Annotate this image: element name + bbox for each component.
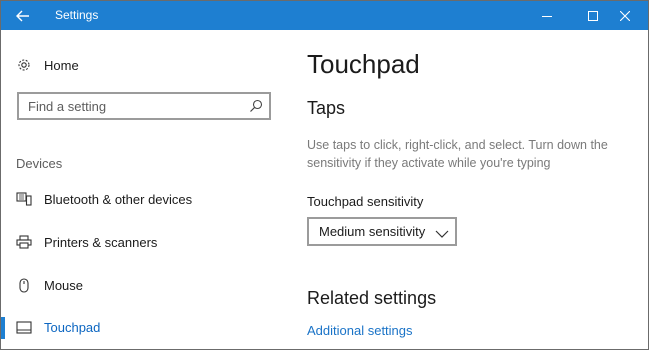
taps-description: Use taps to click, right-click, and sele…: [307, 138, 608, 170]
back-arrow-icon: [16, 10, 29, 21]
sidebar-item-mouse[interactable]: Mouse: [1, 265, 271, 305]
sensitivity-dropdown[interactable]: Medium sensitivity: [307, 217, 457, 246]
chevron-down-icon: [435, 226, 449, 244]
sidebar-item-label: Printers & scanners: [44, 234, 158, 250]
taps-heading: Taps: [307, 98, 346, 118]
sidebar-item-label: Bluetooth & other devices: [44, 191, 193, 207]
window-title: Settings: [55, 8, 99, 22]
search-placeholder: Find a setting: [28, 99, 107, 114]
sidebar-item-label: Home: [44, 57, 79, 73]
back-button[interactable]: [1, 1, 45, 30]
close-button[interactable]: [602, 1, 648, 30]
mouse-icon: [16, 277, 32, 293]
search-input[interactable]: Find a setting: [17, 92, 271, 120]
minimize-button[interactable]: [524, 1, 570, 30]
sidebar-item-label: Mouse: [44, 277, 84, 293]
page-title: Touchpad: [307, 49, 420, 79]
settings-window: Settings Home Find a setting Devices Blu…: [0, 0, 649, 350]
section-label-devices: Devices: [16, 156, 63, 171]
printer-icon: [16, 234, 32, 250]
sidebar-item-label: Touchpad: [44, 319, 101, 335]
sidebar-item-touchpad[interactable]: Touchpad: [1, 307, 271, 347]
search-icon[interactable]: [249, 99, 263, 118]
title-bar: Settings: [1, 1, 648, 30]
sidebar-item-printers[interactable]: Printers & scanners: [1, 222, 271, 262]
maximize-icon: [588, 10, 598, 21]
touchpad-icon: [16, 319, 32, 335]
additional-settings-link[interactable]: Additional settings: [307, 323, 413, 338]
related-settings-heading: Related settings: [307, 288, 437, 308]
close-icon: [620, 10, 630, 21]
sensitivity-value: Medium sensitivity: [319, 224, 426, 239]
minimize-icon: [542, 15, 552, 17]
gear-icon: [16, 57, 32, 73]
sensitivity-label: Touchpad sensitivity: [307, 194, 424, 209]
sidebar-item-bluetooth[interactable]: Bluetooth & other devices: [1, 179, 271, 219]
sidebar-item-home[interactable]: Home: [1, 45, 271, 85]
bluetooth-devices-icon: [16, 191, 32, 207]
